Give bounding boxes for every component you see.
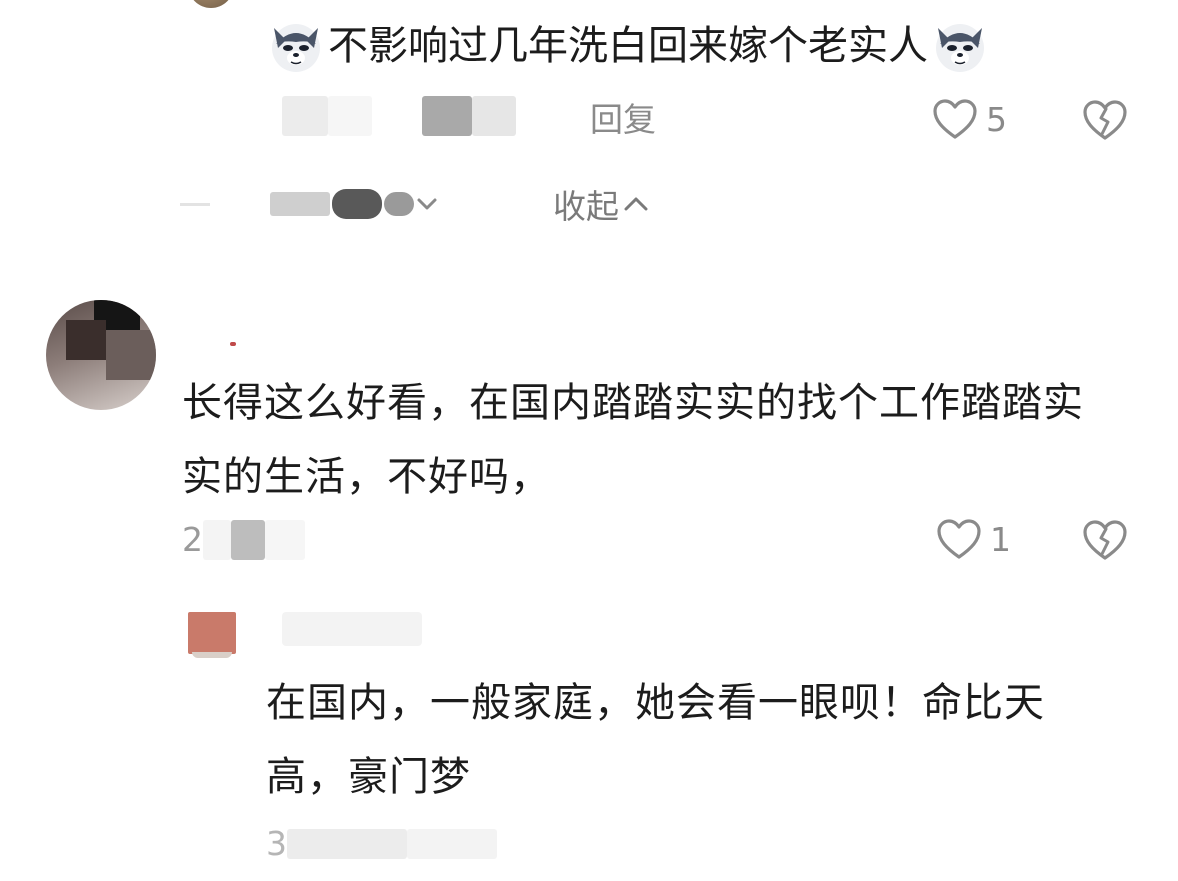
collapse-replies-button[interactable]: 收起	[553, 180, 649, 228]
reply-top-text: 不影响过几年洗白回来嫁个老实人	[328, 23, 928, 69]
like-button-top[interactable]: 5	[932, 98, 1007, 140]
redacted-block	[328, 96, 372, 136]
redacted-block	[472, 96, 516, 136]
redacted-block	[265, 520, 305, 560]
thread-expand-row	[180, 184, 438, 224]
username-redacted[interactable]	[230, 342, 236, 346]
broken-heart-icon[interactable]	[1082, 518, 1128, 562]
redacted-block	[332, 189, 382, 219]
thread-divider	[180, 202, 210, 206]
redacted-block	[282, 96, 328, 136]
reply-top-meta-redacted	[282, 96, 516, 136]
expand-replies-redacted[interactable]	[270, 189, 438, 219]
redacted-block	[422, 96, 472, 136]
wolf-emoji-icon	[936, 24, 984, 72]
like-count-main: 1	[990, 519, 1011, 559]
redacted-block	[407, 829, 497, 859]
reply-button[interactable]: 回复	[590, 98, 656, 142]
avatar[interactable]	[46, 300, 156, 410]
reply-top-content: 不影响过几年洗白回来嫁个老实人	[268, 14, 988, 78]
scroll-fade	[0, 861, 1178, 881]
redacted-block	[203, 520, 231, 560]
broken-heart-icon[interactable]	[1082, 98, 1128, 142]
heart-outline-icon	[933, 99, 977, 139]
chevron-up-icon	[624, 197, 648, 211]
like-count-top: 5	[986, 99, 1007, 139]
date-prefix: 2	[182, 520, 203, 559]
redacted-block	[231, 520, 265, 560]
redacted-block	[270, 192, 330, 216]
comment-text: 长得这么好看，在国内踏踏实实的找个工作踏踏实实的生活，不好吗，	[182, 380, 1084, 500]
reply-avatar-top[interactable]	[188, 0, 234, 8]
reply-username-redacted[interactable]	[282, 612, 422, 646]
avatar-mosaic	[106, 330, 156, 380]
date-prefix: 3	[266, 824, 287, 863]
collapse-label: 收起	[553, 187, 619, 226]
reply-text: 在国内，一般家庭，她会看一眼呗！命比天高，豪门梦	[266, 680, 1045, 800]
redacted-block	[287, 829, 407, 859]
redacted-block	[372, 96, 422, 136]
comment-date: 2	[182, 518, 305, 562]
avatar-mosaic	[66, 320, 106, 360]
chevron-down-icon	[417, 198, 437, 210]
heart-outline-icon	[937, 519, 981, 559]
reply-date: 3	[266, 822, 497, 866]
reply-avatar[interactable]	[188, 612, 236, 658]
redacted-block	[384, 192, 414, 216]
like-button-main[interactable]: 1	[936, 518, 1011, 560]
comment-section: 不影响过几年洗白回来嫁个老实人 回复 5 收起 长得这么好看，在国内踏踏实实的找…	[0, 0, 1178, 881]
wolf-emoji-icon	[272, 24, 320, 72]
